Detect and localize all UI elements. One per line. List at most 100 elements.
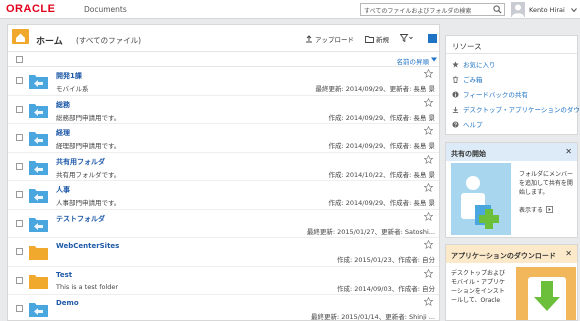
show-me-link[interactable]: 表示する: [519, 205, 553, 214]
list-item[interactable]: Demo 最終更新: 2015/01/14、更新者: Shinji ...: [8, 295, 439, 321]
view-toggle-button[interactable]: [428, 34, 437, 49]
share-panel-title: 共有の開始: [451, 150, 486, 158]
info-icon: [452, 90, 459, 98]
start-sharing-panel: 共有の開始 ✕ フォルダにメンバーを追加して共有を開始します。 表示する: [445, 142, 578, 238]
item-name[interactable]: 開発1課: [56, 71, 82, 81]
item-name[interactable]: テストフォルダ: [56, 214, 105, 224]
home-folder-icon: [12, 29, 29, 44]
panel-header: アプリケーションのダウンロード ✕: [446, 245, 577, 263]
divider: [446, 53, 579, 54]
folder-icon: [29, 274, 48, 289]
row-checkbox[interactable]: [16, 77, 23, 84]
shared-folder-icon: [29, 303, 48, 317]
new-label: 新規: [376, 36, 389, 44]
user-name[interactable]: Kento Hirai: [529, 6, 565, 14]
item-name[interactable]: 総務: [56, 100, 70, 110]
resource-label: ヘルプ: [463, 121, 483, 129]
panel-header: 共有の開始 ✕: [446, 143, 577, 161]
star-icon[interactable]: [424, 183, 433, 192]
row-checkbox[interactable]: [16, 305, 23, 312]
trash-icon: [452, 75, 459, 83]
resource-label: ごみ箱: [463, 76, 483, 84]
list-item[interactable]: 開発1課 モバイル系 最終更新: 2014/09/29、更新者: 長島 景: [8, 67, 439, 96]
item-name[interactable]: 経理: [56, 128, 70, 138]
list-item[interactable]: 経理 経理部門申請用です。 作成: 2014/09/29、作成者: 長島 景: [8, 124, 439, 153]
download-icon: [452, 106, 459, 113]
list-item[interactable]: 共有用フォルダ 共有用フォルダです。 作成: 2014/10/22、作成者: 長…: [8, 153, 439, 181]
play-icon: [546, 206, 553, 213]
search-icon[interactable]: [493, 5, 502, 14]
upload-label: アップロード: [315, 36, 354, 44]
file-list: 開発1課 モバイル系 最終更新: 2014/09/29、更新者: 長島 景 総務…: [8, 67, 439, 321]
select-all-checkbox[interactable]: [16, 56, 23, 63]
close-icon[interactable]: ✕: [565, 147, 572, 156]
row-checkbox[interactable]: [16, 162, 23, 170]
list-item[interactable]: WebCenterSites 作成: 2015/01/23、作成者: 自分: [8, 238, 439, 267]
item-name[interactable]: Test: [56, 271, 72, 279]
row-checkbox[interactable]: [16, 276, 23, 284]
star-icon[interactable]: [424, 97, 433, 107]
row-checkbox[interactable]: [16, 134, 23, 141]
resource-favorites[interactable]: お気に入り: [452, 59, 496, 69]
resource-help[interactable]: ヘルプ: [452, 119, 483, 129]
shared-folder-icon: [29, 75, 48, 89]
resource-label: お気に入り: [463, 61, 496, 69]
item-meta: 作成: 2015/01/23、作成者: 自分: [337, 256, 435, 264]
list-item[interactable]: テストフォルダ 最終更新: 2015/01/27、更新者: Satoshi...: [8, 210, 439, 238]
item-name[interactable]: WebCenterSites: [56, 242, 119, 250]
item-description: 人事部門申請用です。: [56, 199, 121, 207]
item-meta: 最終更新: 2015/01/14、更新者: Shinji ...: [310, 313, 435, 321]
shared-folder-icon: [29, 132, 48, 146]
close-icon[interactable]: ✕: [565, 249, 572, 258]
search-placeholder: すべてのファイルおよびフォルダの検索: [364, 8, 472, 15]
star-icon[interactable]: [424, 69, 433, 78]
avatar[interactable]: [511, 2, 525, 17]
star-icon[interactable]: [424, 297, 433, 306]
app-download-panel: アプリケーションのダウンロード ✕ デスクトップおよびモバイル・アプリケーション…: [445, 244, 578, 321]
item-description: 総務部門申請用です。: [56, 113, 121, 122]
star-icon[interactable]: [424, 211, 433, 221]
upload-icon: [306, 35, 312, 43]
resource-feedback[interactable]: フィードバックの共有: [452, 89, 528, 99]
item-name[interactable]: 共有用フォルダ: [56, 157, 105, 167]
resources-title: リソース: [452, 42, 482, 51]
show-me-label: 表示する: [519, 207, 544, 214]
resources-panel: リソース お気に入り ごみ箱 フィードバックの共有 デスクトップ・アプリケーショ…: [445, 35, 580, 135]
search-input[interactable]: すべてのファイルおよびフォルダの検索: [360, 3, 505, 16]
list-item[interactable]: Test This is a test folder 作成: 2014/09/0…: [8, 267, 439, 295]
page-subtitle: (すべてのファイル): [76, 36, 142, 45]
item-name[interactable]: 人事: [56, 185, 70, 195]
list-header: 名前の昇順: [8, 51, 439, 67]
resource-trash[interactable]: ごみ箱: [452, 74, 483, 84]
filter-button[interactable]: [400, 34, 413, 42]
item-meta: 作成: 2014/10/22、作成者: 長島 景: [328, 170, 435, 179]
list-view-icon: [430, 44, 435, 49]
chevron-down-icon[interactable]: [571, 7, 577, 13]
row-checkbox[interactable]: [16, 105, 23, 113]
resource-desktop-download[interactable]: デスクトップ・アプリケーションのダウ: [452, 104, 580, 114]
resource-label: フィードバックの共有: [463, 91, 528, 99]
row-checkbox[interactable]: [16, 191, 23, 198]
row-checkbox[interactable]: [16, 219, 23, 227]
list-item[interactable]: 人事 人事部門申請用です。 作成: 2014/09/29、作成者: 長島 景: [8, 181, 439, 210]
item-name[interactable]: Demo: [56, 299, 79, 307]
help-icon: [452, 120, 459, 128]
new-button[interactable]: 新規: [365, 34, 389, 44]
sort-dropdown[interactable]: 名前の昇順: [397, 56, 430, 66]
item-meta: 最終更新: 2015/01/27、更新者: Satoshi...: [306, 227, 435, 236]
oracle-logo[interactable]: ORACLE: [6, 3, 55, 15]
list-item[interactable]: 総務 総務部門申請用です。 作成: 2014/09/29、作成者: 長島 景: [8, 96, 439, 124]
star-icon[interactable]: [424, 126, 433, 135]
star-icon[interactable]: [424, 268, 433, 278]
shared-folder-icon: [29, 217, 48, 232]
file-list-panel: ホーム (すべてのファイル) アップロード 新規 名前の昇順 開発1課 モバイル…: [7, 24, 440, 321]
row-checkbox[interactable]: [16, 248, 23, 255]
share-panel-text: フォルダにメンバーを追加して共有を開始します。: [519, 171, 574, 196]
star-icon[interactable]: [424, 154, 433, 164]
product-name: Documents: [84, 5, 127, 14]
star-icon[interactable]: [424, 240, 433, 249]
star-icon: [452, 60, 459, 67]
upload-button[interactable]: アップロード: [305, 34, 354, 44]
chevron-down-icon[interactable]: [431, 57, 437, 62]
item-meta: 作成: 2014/09/03、作成者: 自分: [337, 284, 435, 293]
